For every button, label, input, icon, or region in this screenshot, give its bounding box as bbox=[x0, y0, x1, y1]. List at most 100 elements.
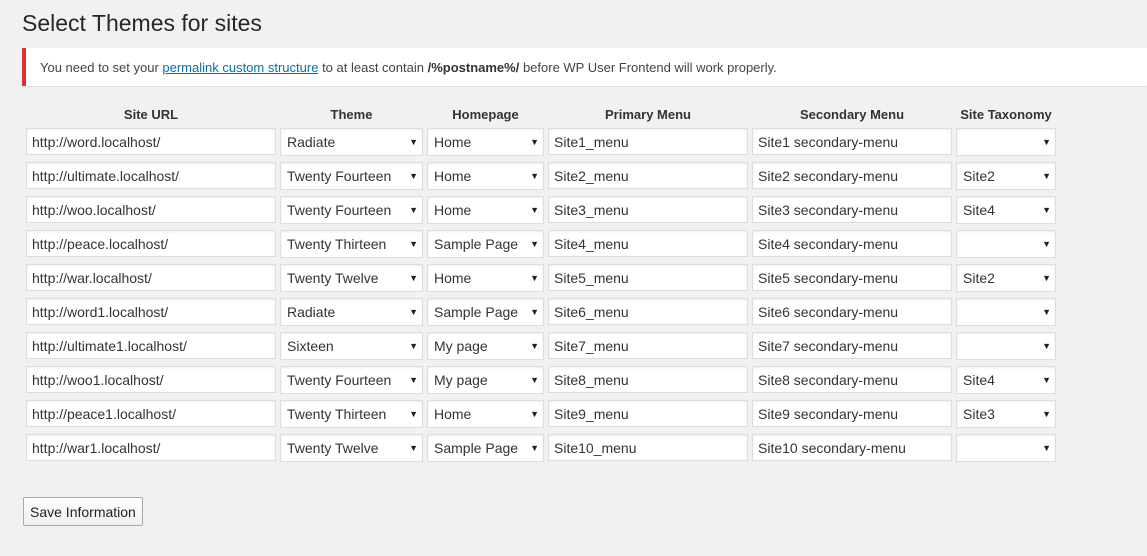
homepage-select[interactable]: My page ▼ bbox=[427, 332, 544, 360]
table-row: Twenty Fourteen ▼ Home ▼ Site4 ▼ bbox=[26, 196, 1056, 230]
secondary-menu-input[interactable] bbox=[752, 230, 952, 257]
theme-select[interactable]: Twenty Twelve ▼ bbox=[280, 264, 423, 292]
chevron-down-icon: ▼ bbox=[409, 273, 418, 283]
theme-select[interactable]: Radiate ▼ bbox=[280, 128, 423, 156]
site-taxonomy-select-value: Site4 bbox=[963, 372, 995, 388]
table-row: Twenty Fourteen ▼ My page ▼ Site4 ▼ bbox=[26, 366, 1056, 400]
primary-menu-input[interactable] bbox=[548, 366, 748, 393]
theme-select[interactable]: Twenty Fourteen ▼ bbox=[280, 366, 423, 394]
homepage-select-value: Home bbox=[434, 270, 472, 286]
site-taxonomy-select[interactable]: ▼ bbox=[956, 298, 1056, 326]
theme-select[interactable]: Twenty Fourteen ▼ bbox=[280, 196, 423, 224]
secondary-menu-input[interactable] bbox=[752, 366, 952, 393]
homepage-select[interactable]: Home ▼ bbox=[427, 162, 544, 190]
site-taxonomy-select[interactable]: ▼ bbox=[956, 434, 1056, 462]
theme-select[interactable]: Radiate ▼ bbox=[280, 298, 423, 326]
theme-select[interactable]: Twenty Twelve ▼ bbox=[280, 434, 423, 462]
theme-select[interactable]: Twenty Fourteen ▼ bbox=[280, 162, 423, 190]
theme-select[interactable]: Twenty Thirteen ▼ bbox=[280, 400, 423, 428]
homepage-select[interactable]: Home ▼ bbox=[427, 264, 544, 292]
site-url-input[interactable] bbox=[26, 400, 276, 427]
primary-menu-input[interactable] bbox=[548, 434, 748, 461]
table-row: Sixteen ▼ My page ▼ ▼ bbox=[26, 332, 1056, 366]
homepage-select[interactable]: My page ▼ bbox=[427, 366, 544, 394]
chevron-down-icon: ▼ bbox=[530, 443, 539, 453]
site-taxonomy-select[interactable]: Site3 ▼ bbox=[956, 400, 1056, 428]
chevron-down-icon: ▼ bbox=[530, 171, 539, 181]
column-header-theme: Theme bbox=[330, 106, 373, 122]
primary-menu-input[interactable] bbox=[548, 196, 748, 223]
secondary-menu-input[interactable] bbox=[752, 264, 952, 291]
theme-select[interactable]: Twenty Thirteen ▼ bbox=[280, 230, 423, 258]
primary-menu-input[interactable] bbox=[548, 230, 748, 257]
secondary-menu-input[interactable] bbox=[752, 434, 952, 461]
homepage-select-value: Home bbox=[434, 406, 472, 422]
site-taxonomy-select[interactable]: Site4 ▼ bbox=[956, 196, 1056, 224]
chevron-down-icon: ▼ bbox=[1042, 205, 1051, 215]
homepage-select-value: Home bbox=[434, 134, 472, 150]
site-url-input[interactable] bbox=[26, 196, 276, 223]
table-row: Radiate ▼ Sample Page ▼ ▼ bbox=[26, 298, 1056, 332]
notice-text-middle: to at least contain bbox=[318, 60, 428, 75]
chevron-down-icon: ▼ bbox=[409, 171, 418, 181]
secondary-menu-input[interactable] bbox=[752, 400, 952, 427]
site-url-input[interactable] bbox=[26, 162, 276, 189]
site-url-input[interactable] bbox=[26, 434, 276, 461]
primary-menu-input[interactable] bbox=[548, 332, 748, 359]
secondary-menu-input[interactable] bbox=[752, 298, 952, 325]
site-url-input[interactable] bbox=[26, 128, 276, 155]
secondary-menu-input[interactable] bbox=[752, 128, 952, 155]
site-url-input[interactable] bbox=[26, 230, 276, 257]
homepage-select[interactable]: Home ▼ bbox=[427, 400, 544, 428]
theme-select-value: Twenty Twelve bbox=[287, 440, 379, 456]
page-title: Select Themes for sites bbox=[22, 10, 262, 36]
save-information-button[interactable]: Save Information bbox=[23, 497, 143, 526]
homepage-select[interactable]: Sample Page ▼ bbox=[427, 298, 544, 326]
homepage-select-value: Sample Page bbox=[434, 236, 519, 252]
chevron-down-icon: ▼ bbox=[409, 409, 418, 419]
primary-menu-input[interactable] bbox=[548, 264, 748, 291]
site-url-input[interactable] bbox=[26, 264, 276, 291]
homepage-select[interactable]: Home ▼ bbox=[427, 128, 544, 156]
homepage-select[interactable]: Home ▼ bbox=[427, 196, 544, 224]
primary-menu-input[interactable] bbox=[548, 162, 748, 189]
homepage-select[interactable]: Sample Page ▼ bbox=[427, 434, 544, 462]
table-row: Radiate ▼ Home ▼ ▼ bbox=[26, 128, 1056, 162]
chevron-down-icon: ▼ bbox=[530, 307, 539, 317]
column-header-site-url: Site URL bbox=[123, 106, 179, 122]
site-url-input[interactable] bbox=[26, 366, 276, 393]
primary-menu-input[interactable] bbox=[548, 400, 748, 427]
secondary-menu-input[interactable] bbox=[752, 162, 952, 189]
chevron-down-icon: ▼ bbox=[1042, 307, 1051, 317]
chevron-down-icon: ▼ bbox=[409, 443, 418, 453]
homepage-select-value: Home bbox=[434, 168, 472, 184]
site-taxonomy-select[interactable]: Site2 ▼ bbox=[956, 162, 1056, 190]
column-header-secondary-menu: Secondary Menu bbox=[799, 106, 905, 122]
notice-text-before: You need to set your bbox=[40, 60, 163, 75]
site-taxonomy-select[interactable]: Site2 ▼ bbox=[956, 264, 1056, 292]
site-taxonomy-select[interactable]: ▼ bbox=[956, 230, 1056, 258]
primary-menu-input[interactable] bbox=[548, 128, 748, 155]
table-row: Twenty Twelve ▼ Sample Page ▼ ▼ bbox=[26, 434, 1056, 468]
chevron-down-icon: ▼ bbox=[1042, 239, 1051, 249]
site-taxonomy-select-value: Site3 bbox=[963, 406, 995, 422]
homepage-select[interactable]: Sample Page ▼ bbox=[427, 230, 544, 258]
permalink-structure-link[interactable]: permalink custom structure bbox=[162, 60, 318, 75]
table-row: Twenty Twelve ▼ Home ▼ Site2 ▼ bbox=[26, 264, 1056, 298]
site-taxonomy-select[interactable]: Site4 ▼ bbox=[956, 366, 1056, 394]
site-taxonomy-select[interactable]: ▼ bbox=[956, 128, 1056, 156]
primary-menu-input[interactable] bbox=[548, 298, 748, 325]
site-url-input[interactable] bbox=[26, 332, 276, 359]
secondary-menu-input[interactable] bbox=[752, 196, 952, 223]
table-row: Twenty Thirteen ▼ Home ▼ Site3 ▼ bbox=[26, 400, 1056, 434]
theme-select-value: Radiate bbox=[287, 134, 336, 150]
permalink-notice: You need to set your permalink custom st… bbox=[22, 48, 1147, 86]
theme-select[interactable]: Sixteen ▼ bbox=[280, 332, 423, 360]
secondary-menu-input[interactable] bbox=[752, 332, 952, 359]
theme-select-value: Twenty Fourteen bbox=[287, 202, 392, 218]
column-header-homepage: Homepage bbox=[452, 106, 519, 122]
chevron-down-icon: ▼ bbox=[409, 205, 418, 215]
site-taxonomy-select[interactable]: ▼ bbox=[956, 332, 1056, 360]
site-url-input[interactable] bbox=[26, 298, 276, 325]
homepage-select-value: Home bbox=[434, 202, 472, 218]
